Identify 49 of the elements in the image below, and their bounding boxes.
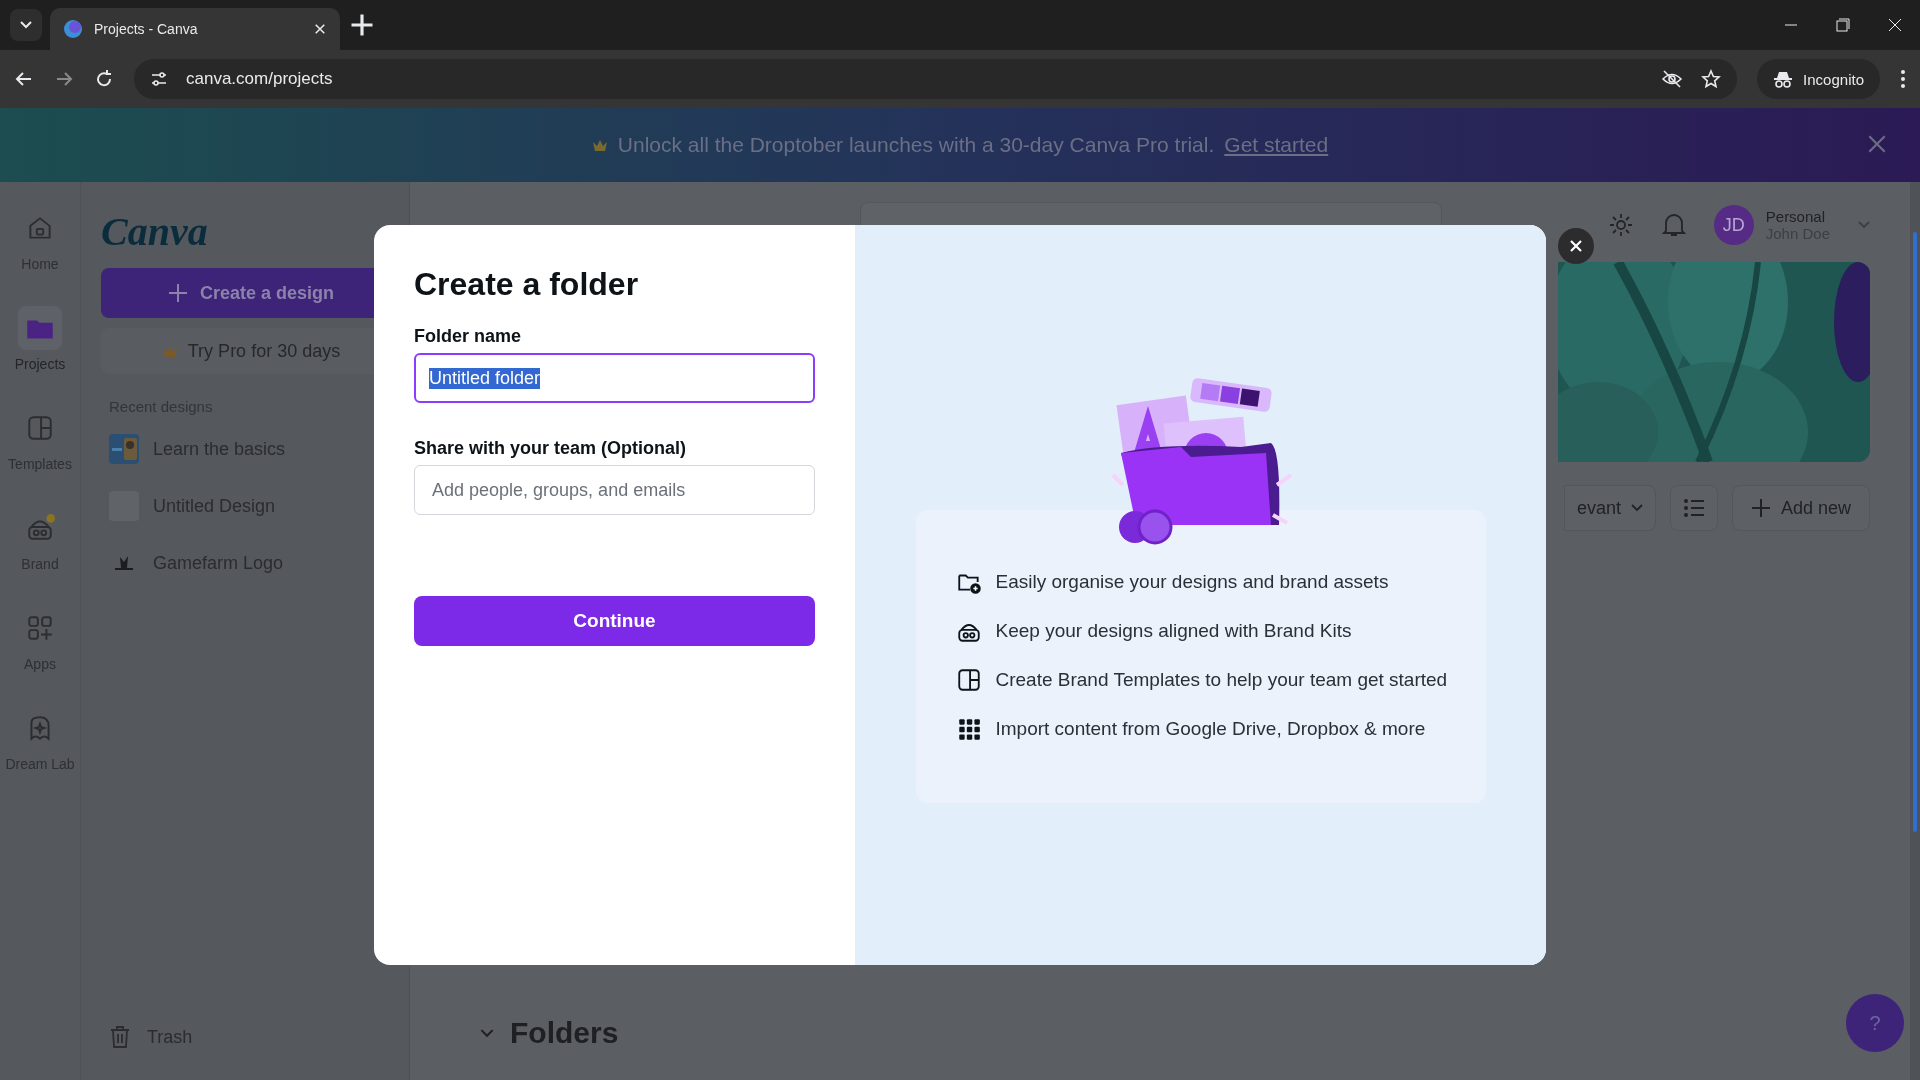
eye-off-icon[interactable]	[1661, 68, 1684, 90]
tab-search-button[interactable]	[10, 9, 42, 41]
continue-button[interactable]: Continue	[414, 596, 815, 646]
tab-title: Projects - Canva	[94, 21, 199, 37]
field-label: Folder name	[414, 325, 523, 347]
crown-icon	[161, 344, 178, 358]
restore-icon[interactable]	[1836, 18, 1850, 32]
account-type: Personal	[1765, 208, 1826, 225]
section-heading: Folders	[510, 1016, 619, 1050]
feature-text: Easily organise your designs and brand assets	[995, 571, 1389, 593]
field-label: Share with your team (Optional)	[414, 437, 688, 459]
sort-dropdown[interactable]: evant	[1563, 485, 1656, 531]
chevron-down-icon	[1630, 504, 1643, 512]
scrollbar[interactable]	[1913, 232, 1917, 832]
trash-icon	[109, 1025, 131, 1049]
template-icon	[955, 667, 982, 693]
user-avatar[interactable]: JD	[1713, 205, 1754, 245]
incognito-badge[interactable]: Incognito	[1757, 59, 1880, 99]
address-bar[interactable]: canva.com/projects	[134, 59, 1738, 99]
design-thumbnail	[109, 434, 139, 464]
brand-kit-icon	[25, 513, 55, 543]
folder-name-field[interactable]: Untitled folder	[414, 353, 815, 403]
feature-text: Keep your designs aligned with Brand Kits	[995, 620, 1352, 642]
crown-icon	[591, 138, 608, 152]
menu-icon[interactable]	[1900, 69, 1906, 89]
canva-favicon-icon	[64, 20, 82, 38]
dialog-title: Create a folder	[414, 265, 640, 303]
feature-text: Import content from Google Drive, Dropbox & more	[995, 718, 1426, 740]
apps-icon	[25, 613, 55, 643]
feature-text: Create Brand Templates to help your team get started	[995, 669, 1448, 691]
site-settings-icon[interactable]	[150, 70, 168, 88]
chevron-down-icon[interactable]	[480, 1028, 494, 1038]
close-icon	[1569, 239, 1583, 253]
templates-icon	[25, 413, 55, 443]
browser-tab[interactable]: Projects - Canva	[50, 8, 340, 50]
add-new-button[interactable]: Add new	[1731, 485, 1870, 531]
list-view-button[interactable]	[1669, 485, 1718, 531]
share-field[interactable]: Add people, groups, and emails	[414, 465, 815, 515]
star-icon[interactable]	[1701, 69, 1722, 89]
close-window-icon[interactable]	[1888, 18, 1902, 32]
banner-text: Unlock all the Droptober launches with a 30-day Canva Pro trial.	[617, 133, 1215, 157]
help-button[interactable]: ?	[1846, 994, 1904, 1052]
list-icon	[1682, 498, 1705, 518]
incognito-icon	[1773, 70, 1794, 88]
reload-icon[interactable]	[94, 69, 114, 89]
plus-icon	[1750, 498, 1771, 518]
plus-icon	[167, 283, 188, 303]
get-started-link[interactable]: Get started	[1224, 133, 1329, 157]
chevron-down-icon	[20, 21, 32, 29]
